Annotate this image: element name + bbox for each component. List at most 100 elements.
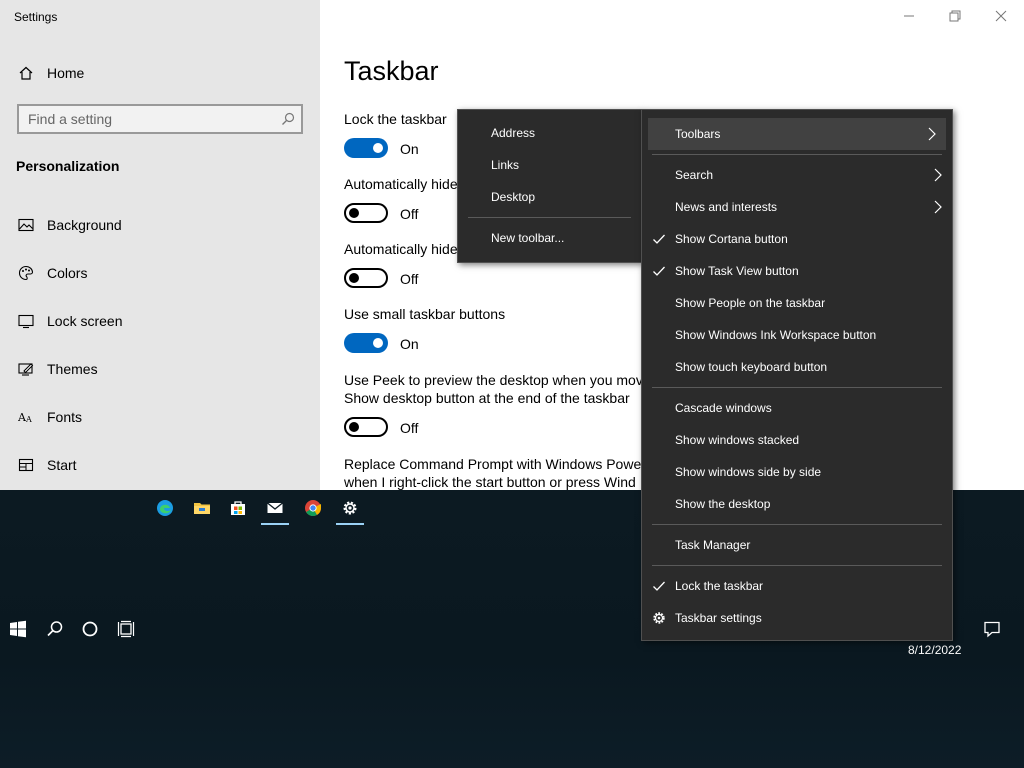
file-explorer-icon (194, 503, 210, 514)
search-icon (47, 621, 63, 637)
gear-icon (653, 612, 665, 624)
menu-item-show-people[interactable]: Show People on the taskbar (642, 287, 952, 319)
image-icon (16, 215, 36, 235)
menu-item-label: Search (675, 168, 714, 182)
setting-label: Replace Command Prompt with Windows Powe (344, 456, 642, 472)
window-controls (886, 0, 1024, 32)
peek-toggle[interactable] (344, 417, 388, 437)
taskbar-app-settings[interactable] (336, 494, 364, 525)
menu-item-label: Desktop (491, 190, 536, 204)
toggle-state-label: Off (400, 271, 419, 287)
home-icon (16, 63, 36, 83)
taskbar-context-menu: Toolbars Search News and interests Show … (641, 109, 953, 641)
window-title: Settings (14, 10, 58, 24)
action-center-button[interactable] (980, 617, 1004, 641)
menu-item-windows-side-by-side[interactable]: Show windows side by side (642, 456, 952, 488)
menu-item-label: Show Cortana button (675, 232, 788, 246)
setting-label: Use small taskbar buttons (344, 306, 506, 322)
menu-item-show-desktop[interactable]: Show the desktop (642, 488, 952, 520)
menu-item-desktop[interactable]: Desktop (458, 181, 641, 213)
toggle-state-label: On (400, 336, 419, 352)
menu-item-taskbar-settings[interactable]: Taskbar settings (642, 602, 952, 634)
task-view-button[interactable] (114, 617, 138, 641)
sidebar-item-start[interactable]: Start (0, 445, 320, 485)
sidebar-item-themes[interactable]: Themes (0, 349, 320, 389)
setting-label: Automatically hide (344, 176, 458, 192)
search-field[interactable] (17, 104, 303, 134)
sidebar-item-label: Colors (47, 265, 88, 281)
menu-item-label: Address (491, 126, 536, 140)
sidebar-item-label: Lock screen (47, 313, 123, 329)
menu-separator (652, 387, 942, 388)
menu-item-label: Show windows stacked (675, 433, 800, 447)
taskbar-app-mail[interactable] (261, 494, 289, 525)
store-icon (231, 501, 245, 515)
page-title: Taskbar (344, 56, 439, 86)
menu-item-lock-taskbar[interactable]: Lock the taskbar (642, 570, 952, 602)
sidebar: Settings Home Personalization Background… (0, 0, 320, 490)
toggle-knob (349, 422, 359, 432)
lock-taskbar-toggle[interactable] (344, 138, 388, 158)
menu-item-new-toolbar[interactable]: New toolbar... (458, 222, 641, 254)
svg-text:A: A (25, 415, 32, 424)
sidebar-item-colors[interactable]: Colors (0, 253, 320, 293)
menu-separator (468, 217, 631, 218)
mail-icon (267, 502, 283, 513)
chevron-right-icon (934, 168, 942, 182)
menu-separator (652, 154, 942, 155)
cortana-button[interactable] (78, 617, 102, 641)
menu-item-search[interactable]: Search (642, 159, 952, 191)
toggle-state-label: Off (400, 420, 419, 436)
menu-item-label: Show touch keyboard button (675, 360, 828, 374)
sidebar-item-home[interactable]: Home (0, 53, 320, 93)
sidebar-item-label: Start (47, 457, 77, 473)
taskbar-app-chrome[interactable] (299, 494, 327, 522)
menu-item-task-manager[interactable]: Task Manager (642, 529, 952, 561)
clock-date[interactable]: 8/12/2022 (908, 643, 961, 657)
menu-item-windows-stacked[interactable]: Show windows stacked (642, 424, 952, 456)
minimize-button[interactable] (886, 0, 932, 32)
sidebar-item-background[interactable]: Background (0, 205, 320, 245)
checkmark-icon (653, 234, 665, 244)
taskbar-search-button[interactable] (43, 617, 67, 641)
section-title: Personalization (16, 158, 120, 174)
toggle-state-label: On (400, 141, 419, 157)
sidebar-item-fonts[interactable]: AA Fonts (0, 397, 320, 437)
setting-label: Lock the taskbar (344, 111, 447, 127)
menu-item-news-and-interests[interactable]: News and interests (642, 191, 952, 223)
menu-item-show-ink-workspace[interactable]: Show Windows Ink Workspace button (642, 319, 952, 351)
setting-label: Automatically hide (344, 241, 458, 257)
pen-monitor-icon (16, 359, 36, 379)
auto-hide-tablet-toggle[interactable] (344, 268, 388, 288)
setting-label: when I right-click the start button or p… (344, 474, 636, 490)
menu-item-address[interactable]: Address (458, 117, 641, 149)
menu-item-links[interactable]: Links (458, 149, 641, 181)
menu-item-label: Links (491, 158, 520, 172)
start-icon (16, 455, 36, 475)
auto-hide-desktop-toggle[interactable] (344, 203, 388, 223)
menu-separator (652, 524, 942, 525)
settings-gear-icon (343, 501, 357, 515)
close-icon (995, 10, 1007, 22)
search-icon[interactable] (281, 112, 295, 126)
restore-button[interactable] (932, 0, 978, 32)
menu-item-label: Taskbar settings (675, 611, 762, 625)
setting-label: Show desktop button at the end of the ta… (344, 390, 630, 406)
sidebar-item-label: Background (47, 217, 122, 233)
sidebar-item-label: Home (47, 65, 85, 81)
menu-item-show-touch-keyboard[interactable]: Show touch keyboard button (642, 351, 952, 383)
menu-item-show-cortana[interactable]: Show Cortana button (642, 223, 952, 255)
start-button[interactable] (6, 617, 30, 641)
small-buttons-toggle[interactable] (344, 333, 388, 353)
taskbar-app-file-explorer[interactable] (188, 494, 216, 522)
close-button[interactable] (978, 0, 1024, 32)
menu-item-toolbars[interactable]: Toolbars (648, 118, 946, 150)
menu-item-cascade-windows[interactable]: Cascade windows (642, 392, 952, 424)
toggle-knob (373, 143, 383, 153)
taskbar-app-store[interactable] (224, 494, 252, 522)
search-input[interactable] (19, 106, 269, 132)
taskbar-app-edge[interactable] (151, 494, 179, 522)
menu-item-show-task-view[interactable]: Show Task View button (642, 255, 952, 287)
task-view-icon (117, 620, 135, 638)
sidebar-item-lock-screen[interactable]: Lock screen (0, 301, 320, 341)
